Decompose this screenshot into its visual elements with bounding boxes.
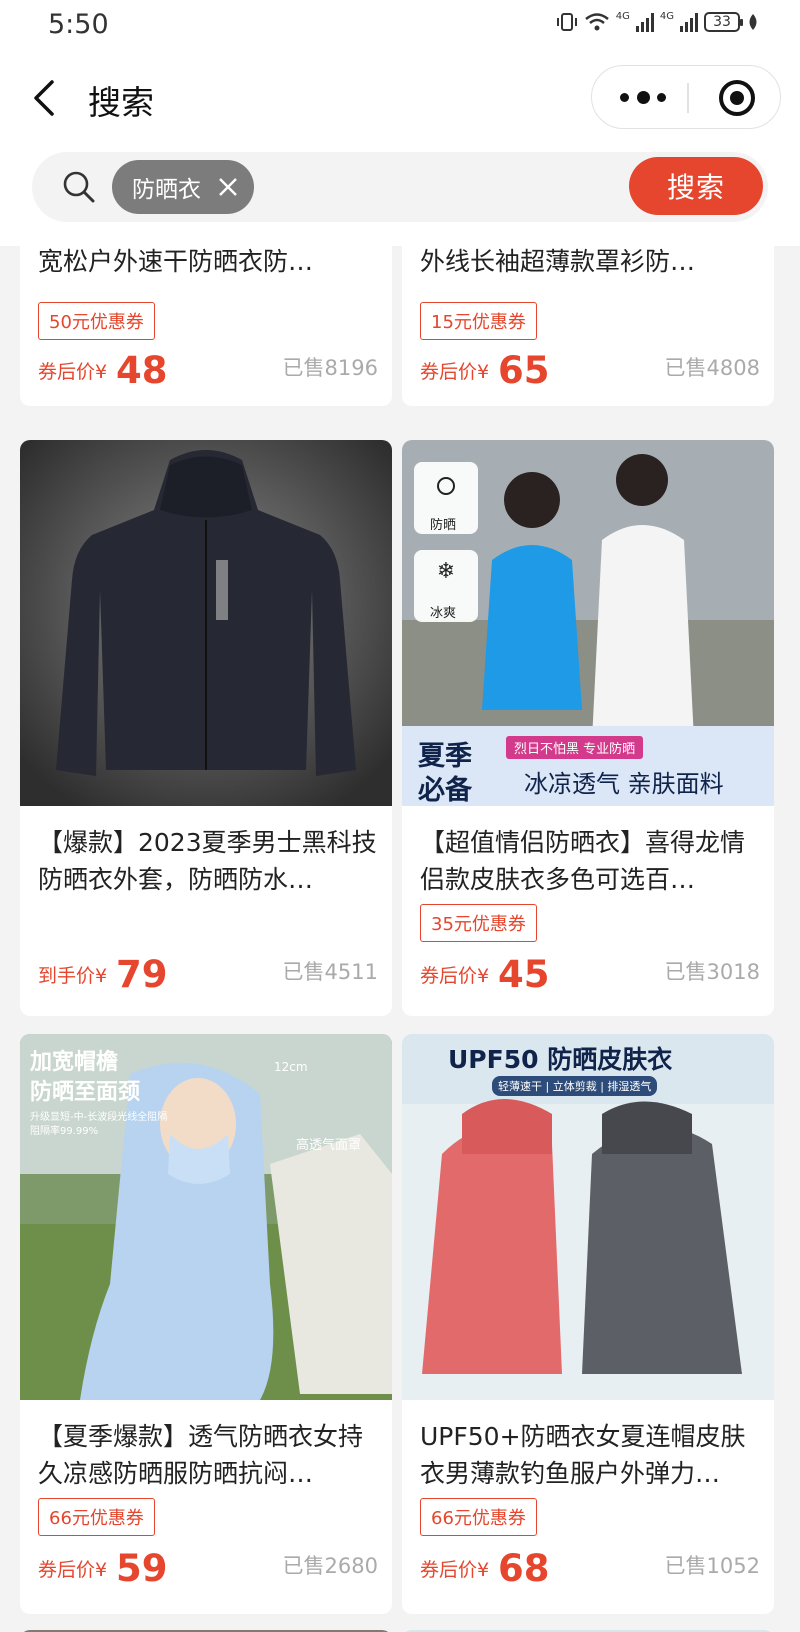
image-caption: 加宽帽檐 — [30, 1050, 119, 1075]
search-button[interactable]: 搜索 — [629, 157, 763, 215]
price-value: 59 — [116, 1547, 168, 1590]
image-caption: 防晒至面颈 — [30, 1080, 141, 1105]
more-options-icon[interactable] — [620, 85, 666, 109]
price-label: 券后价¥ — [420, 361, 490, 383]
price-value: 45 — [498, 953, 550, 996]
battery-icon: 33 — [704, 12, 743, 32]
product-image: ❄ 防晒 冰爽 夏季 必备 烈日不怕黑 专业防晒 冰凉透气 亲肤面料 — [402, 440, 774, 806]
leaf-icon — [749, 14, 757, 30]
image-caption: 高透气面罩 — [296, 1138, 362, 1153]
product-title: 【夏季爆款】透气防晒衣女持久凉感防晒服防晒抗闷… — [38, 1422, 364, 1488]
price-value: 65 — [498, 349, 550, 392]
clear-keyword-icon[interactable] — [216, 175, 240, 199]
close-mini-program-icon[interactable] — [719, 80, 755, 116]
price-label: 到手价¥ — [38, 965, 108, 987]
product-card[interactable]: 冰丝防晒衣男女同款夏季防紫外线长袖超薄款罩衫防… 15元优惠券 券后价¥ 65 … — [402, 246, 774, 406]
network-type-1: 4G — [615, 11, 630, 22]
sold-count: 已售8196 — [282, 356, 378, 380]
product-title: 男士夏季防晒服冰丝网眼透气宽松户外速干防晒衣防… — [38, 247, 314, 276]
image-caption: UPF50 防晒皮肤衣 — [448, 1045, 673, 1074]
product-image: 加宽帽檐 防晒至面颈 升级显短-中-长波段光线全阻隔 阻隔率99.99% 12c… — [20, 1034, 392, 1400]
search-bar: 防晒衣 搜索 — [0, 144, 800, 246]
price-label: 券后价¥ — [38, 361, 108, 383]
sold-count: 已售3018 — [664, 960, 760, 984]
search-keyword-chip[interactable]: 防晒衣 — [112, 160, 254, 214]
image-caption: 防晒 — [430, 518, 457, 533]
back-arrow-icon[interactable] — [30, 78, 60, 118]
signal-icon-2 — [680, 12, 698, 32]
coupon-badge: 35元优惠券 — [420, 904, 537, 942]
image-caption: 12cm — [274, 1060, 308, 1074]
product-title: 【超值情侣防晒衣】喜得龙情侣款皮肤衣多色可选百… — [420, 828, 746, 894]
capsule-divider — [687, 83, 689, 113]
search-icon — [63, 171, 95, 203]
vibrate-icon — [556, 13, 577, 31]
price-value: 79 — [116, 953, 168, 996]
nav-bar: 搜索 — [0, 50, 800, 144]
coupon-badge: 15元优惠券 — [420, 302, 537, 340]
svg-text:❄: ❄ — [437, 559, 455, 584]
product-title: 冰丝防晒衣男女同款夏季防紫外线长袖超薄款罩衫防… — [420, 247, 696, 276]
sold-count: 已售1052 — [664, 1554, 760, 1578]
product-card[interactable]: ❄ 防晒 冰爽 夏季 必备 烈日不怕黑 专业防晒 冰凉透气 亲肤面料 【超值情侣… — [402, 440, 774, 1016]
chip-label: 防晒衣 — [132, 177, 201, 203]
product-card[interactable]: UPF50 防晒皮肤衣 轻薄速干 | 立体剪裁 | 排湿透气 UPF50+防晒衣… — [402, 1034, 774, 1614]
image-caption: 冰爽 — [430, 606, 457, 621]
product-card[interactable]: 加宽帽檐 防晒至面颈 升级显短-中-长波段光线全阻隔 阻隔率99.99% 12c… — [20, 1034, 392, 1614]
image-caption: 必备 — [418, 775, 472, 806]
sold-count: 已售4511 — [282, 960, 378, 984]
product-card[interactable]: 男士夏季防晒服冰丝网眼透气宽松户外速干防晒衣防… 50元优惠券 券后价¥ 48 … — [20, 246, 392, 406]
status-time: 5:50 — [48, 9, 109, 40]
image-caption: 烈日不怕黑 专业防晒 — [506, 736, 644, 759]
sold-count: 已售2680 — [282, 1554, 378, 1578]
search-input[interactable]: 防晒衣 搜索 — [32, 152, 768, 222]
price-row: 券后价¥ 45 已售3018 — [420, 950, 760, 996]
coupon-badge: 66元优惠券 — [38, 1498, 155, 1536]
coupon-badge: 50元优惠券 — [38, 302, 155, 340]
price-row: 券后价¥ 65 已售4808 — [420, 346, 760, 392]
product-grid: 男士夏季防晒服冰丝网眼透气宽松户外速干防晒衣防… 50元优惠券 券后价¥ 48 … — [0, 246, 800, 1632]
price-row: 券后价¥ 68 已售1052 — [420, 1544, 760, 1590]
signal-icon — [635, 12, 654, 32]
mini-program-capsule — [591, 65, 781, 129]
price-value: 48 — [116, 349, 168, 392]
sold-count: 已售4808 — [664, 356, 760, 380]
product-title: 【爆款】2023夏季男士黑科技防晒衣外套，防晒防水… — [38, 828, 377, 894]
product-image: UPF50 防晒皮肤衣 轻薄速干 | 立体剪裁 | 排湿透气 — [402, 1034, 774, 1400]
image-caption: 升级显短-中-长波段光线全阻隔 — [30, 1112, 168, 1123]
price-row: 券后价¥ 48 已售8196 — [38, 346, 378, 392]
price-value: 68 — [498, 1547, 550, 1590]
coupon-badge: 66元优惠券 — [420, 1498, 537, 1536]
price-label: 券后价¥ — [38, 1559, 108, 1581]
product-card[interactable]: 【爆款】2023夏季男士黑科技防晒衣外套，防晒防水… 到手价¥ 79 已售451… — [20, 440, 392, 1016]
wifi-icon — [584, 13, 609, 31]
price-row: 券后价¥ 59 已售2680 — [38, 1544, 378, 1590]
price-label: 券后价¥ — [420, 965, 490, 987]
status-icons: 4G 4G 33 — [556, 11, 760, 33]
price-row: 到手价¥ 79 已售4511 — [38, 950, 378, 996]
page-title: 搜索 — [88, 83, 154, 122]
price-label: 券后价¥ — [420, 1559, 490, 1581]
image-caption: 冰凉透气 亲肤面料 — [524, 770, 724, 798]
image-caption: 阻隔率99.99% — [30, 1126, 99, 1137]
product-title: UPF50+防晒衣女夏连帽皮肤衣男薄款钓鱼服户外弹力… — [420, 1422, 746, 1488]
image-caption: 轻薄速干 | 立体剪裁 | 排湿透气 — [492, 1076, 658, 1096]
status-bar: 5:50 4G 4G 33 — [0, 0, 800, 50]
product-image — [20, 440, 392, 806]
network-type-2: 4G — [659, 11, 674, 22]
